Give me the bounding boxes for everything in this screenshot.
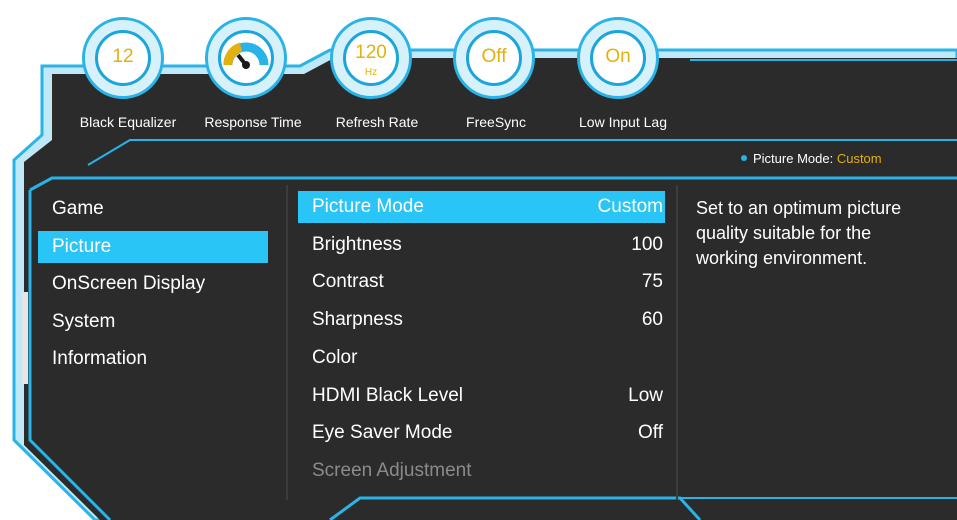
dial-face: 120 Hz [343,30,399,86]
setting-label: Contrast [312,271,384,293]
setting-value: 60 [641,309,663,331]
refresh-rate-unit: Hz [364,67,378,78]
menu-item-information[interactable]: Information [38,343,268,375]
status-value: Custom [836,151,882,166]
setting-label: Picture Mode [312,196,424,217]
refresh-rate-value: 120 [355,42,387,63]
setting-label: Sharpness [312,309,403,331]
setting-eye-saver-mode[interactable]: Eye Saver Mode Off [298,417,665,449]
freesync-value: Off [481,46,507,67]
setting-value: 75 [641,271,663,293]
setting-contrast[interactable]: Contrast 75 [298,266,665,298]
menu-item-onscreen-display[interactable]: OnScreen Display [38,268,268,300]
dial-face: Off [466,30,522,86]
item-description: Set to an optimum picture quality suitab… [696,198,902,268]
setting-picture-mode[interactable]: Picture Mode Custom [298,191,665,223]
refresh-rate-dial[interactable]: 120 Hz [330,17,412,99]
picture-mode-status: Picture Mode: Custom [741,151,882,166]
setting-label: Screen Adjustment [312,459,472,481]
setting-label: HDMI Black Level [312,384,463,406]
menu-item-system[interactable]: System [38,306,268,338]
setting-brightness[interactable]: Brightness 100 [298,229,665,261]
setting-value: Low [628,384,663,406]
setting-color[interactable]: Color [298,342,665,374]
freesync-dial[interactable]: Off [453,17,535,99]
low-input-lag-dial[interactable]: On [577,17,659,99]
response-time-dial[interactable] [205,17,287,99]
black-equalizer-label: Black Equalizer [79,114,177,130]
setting-sharpness[interactable]: Sharpness 60 [298,304,665,336]
bullet-dot-icon [741,155,747,161]
menu-item-picture[interactable]: Picture [38,230,268,263]
setting-hdmi-black-level[interactable]: HDMI Black Level Low [298,380,665,412]
status-label: Picture Mode: [753,151,834,166]
dial-face [218,30,274,86]
response-time-label: Response Time [204,114,302,130]
speedometer-gauge-icon [223,42,269,69]
dial-face: On [590,30,646,86]
setting-screen-adjustment[interactable]: Screen Adjustment [298,455,665,487]
black-equalizer-dial[interactable]: 12 [82,17,164,99]
setting-value: Custom [597,196,663,217]
setting-label: Color [312,346,358,368]
dial-face: 12 [95,30,151,86]
setting-label: Brightness [312,233,402,255]
black-equalizer-value: 12 [112,46,134,67]
freesync-label: FreeSync [466,114,526,130]
refresh-rate-label: Refresh Rate [335,114,419,130]
menu-item-game[interactable]: Game [38,193,268,225]
setting-value: Off [638,422,663,444]
low-input-lag-label: Low Input Lag [579,114,667,130]
low-input-lag-value: On [605,46,631,67]
setting-label: Eye Saver Mode [312,422,453,444]
setting-value: 100 [631,233,663,255]
